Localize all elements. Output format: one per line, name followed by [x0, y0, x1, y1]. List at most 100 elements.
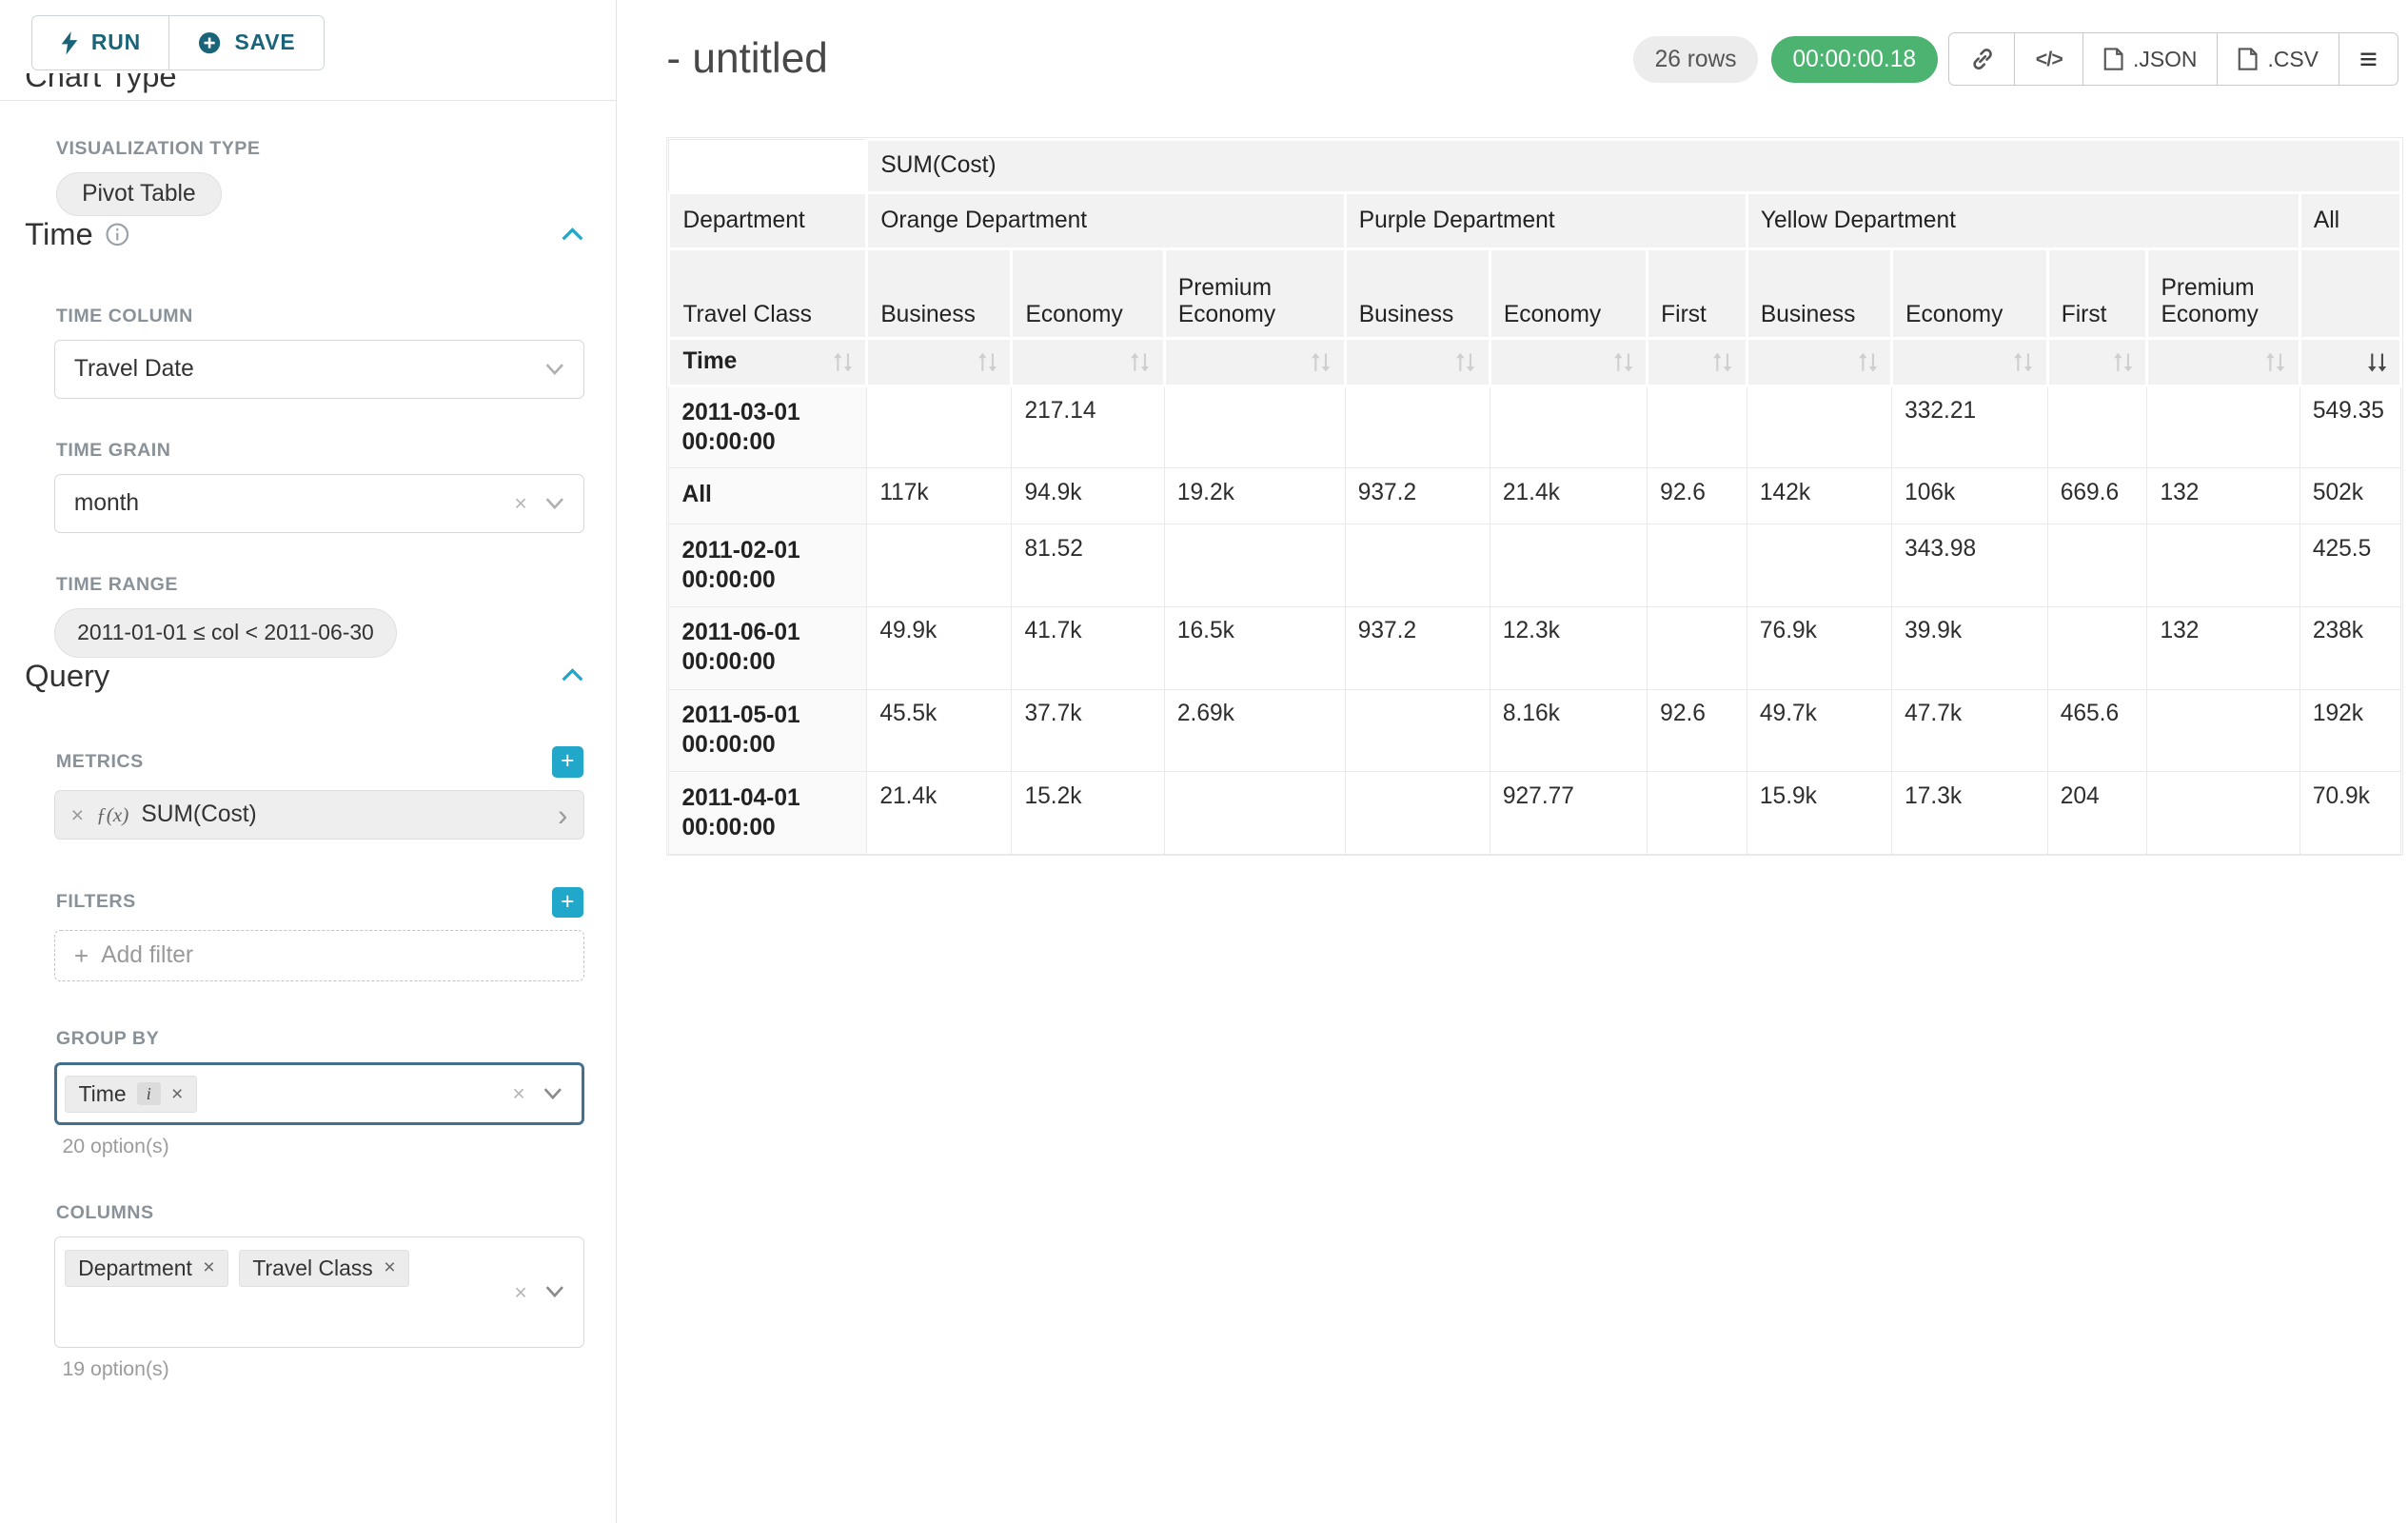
menu-button[interactable]: ≡	[2339, 32, 2399, 86]
add-filter-plus-button[interactable]: +	[552, 887, 583, 919]
column-group-header: Purple Department	[1345, 192, 1747, 248]
export-json-button[interactable]: .JSON	[2082, 32, 2219, 86]
pivot-cell	[1490, 524, 1647, 607]
remove-tag-icon[interactable]: ×	[384, 1257, 395, 1277]
sort-desc-active-icon[interactable]	[2367, 352, 2387, 372]
pivot-cell: 12.3k	[1490, 606, 1647, 689]
share-link-button[interactable]	[1948, 32, 2016, 86]
pivot-cell: 81.52	[1012, 524, 1164, 607]
group-by-select[interactable]: Time i × ×	[54, 1062, 583, 1124]
remove-tag-icon[interactable]: ×	[203, 1257, 214, 1277]
pivot-cell: 117k	[867, 468, 1012, 524]
columns-tag-travel-class[interactable]: Travel Class ×	[239, 1250, 408, 1287]
sort-toggle-icon[interactable]	[1858, 352, 1878, 372]
pivot-cell	[1345, 689, 1490, 772]
clear-icon[interactable]: ×	[514, 493, 526, 515]
col-dimension-header: Department	[669, 192, 867, 248]
pivot-cell: 465.6	[2047, 689, 2147, 772]
group-by-tag-time[interactable]: Time i ×	[65, 1076, 196, 1113]
sort-cell	[2299, 339, 2400, 386]
fx-icon: ƒ(x)	[96, 803, 128, 827]
sort-toggle-icon[interactable]	[1130, 352, 1150, 372]
row-header: 2011-04-01 00:00:00	[669, 772, 867, 855]
sort-toggle-icon[interactable]	[2265, 352, 2285, 372]
time-column-select[interactable]: Travel Date	[54, 340, 583, 399]
pivot-cell: 2.69k	[1164, 689, 1345, 772]
export-csv-button[interactable]: .CSV	[2217, 32, 2339, 86]
time-range-value[interactable]: 2011-01-01 ≤ col < 2011-06-30	[54, 608, 396, 658]
chart-actions: </> .JSON .CSV ≡	[1950, 32, 2398, 86]
sort-toggle-icon[interactable]	[977, 352, 997, 372]
pivot-cell: 927.77	[1490, 772, 1647, 855]
sort-cell	[1345, 339, 1490, 386]
sort-cell	[1892, 339, 2048, 386]
chart-title: - untitled	[666, 35, 827, 83]
save-button-label: SAVE	[235, 30, 296, 55]
remove-tag-icon[interactable]: ×	[171, 1084, 183, 1104]
sort-toggle-icon[interactable]	[1712, 352, 1732, 372]
pivot-cell: 142k	[1747, 468, 1891, 524]
sort-toggle-icon[interactable]	[2013, 352, 2033, 372]
pivot-cell: 49.7k	[1747, 689, 1891, 772]
column-header: First	[1648, 248, 1747, 339]
clear-all-icon[interactable]: ×	[514, 1281, 526, 1303]
pivot-cell	[1345, 386, 1490, 468]
expand-metric-icon[interactable]: ›	[558, 801, 567, 830]
save-button[interactable]: SAVE	[168, 15, 325, 69]
columns-select[interactable]: Department × Travel Class × ×	[54, 1236, 583, 1349]
link-icon	[1970, 47, 1995, 71]
tag-label: Travel Class	[252, 1256, 372, 1281]
chart-header: - untitled 26 rows 00:00:00.18 </> .JSON	[666, 31, 2398, 88]
query-section-title: Query	[25, 658, 109, 694]
columns-tag-department[interactable]: Department ×	[65, 1250, 228, 1287]
chevron-up-icon[interactable]	[562, 668, 583, 682]
view-query-button[interactable]: </>	[2014, 32, 2083, 86]
pivot-cell: 132	[2147, 468, 2299, 524]
remove-metric-icon[interactable]: ×	[71, 802, 84, 828]
add-metric-button[interactable]: +	[552, 746, 583, 778]
chevron-down-icon	[545, 364, 564, 376]
run-button[interactable]: RUN	[31, 15, 170, 69]
sort-row-header: Time	[669, 339, 867, 386]
pivot-cell: 70.9k	[2299, 772, 2400, 855]
query-section-header[interactable]: Query	[25, 658, 583, 694]
pivot-corner-cell	[669, 139, 867, 192]
pivot-cell: 45.5k	[867, 689, 1012, 772]
pivot-cell: 49.9k	[867, 606, 1012, 689]
row-dimension-header: Travel Class	[669, 248, 867, 339]
time-section-title: Time	[25, 216, 93, 252]
pivot-cell: 425.5	[2299, 524, 2400, 607]
circle-plus-icon	[197, 30, 222, 55]
chevron-down-icon	[545, 497, 564, 509]
sort-toggle-icon[interactable]	[1311, 352, 1331, 372]
table-row: All117k94.9k19.2k937.221.4k92.6142k106k6…	[669, 468, 2401, 524]
sort-cell	[1164, 339, 1345, 386]
pivot-cell: 92.6	[1648, 468, 1747, 524]
column-header: Business	[1747, 248, 1891, 339]
pivot-cell	[1648, 772, 1747, 855]
sort-toggle-icon[interactable]	[1613, 352, 1633, 372]
time-range-label: TIME RANGE	[56, 574, 616, 596]
pivot-table-container: SUM(Cost)DepartmentOrange DepartmentPurp…	[666, 137, 2403, 856]
chevron-down-icon[interactable]	[545, 1286, 564, 1298]
timer-badge: 00:00:00.18	[1771, 36, 1938, 83]
time-grain-select[interactable]: month ×	[54, 474, 583, 533]
pivot-cell: 549.35	[2299, 386, 2400, 468]
sort-toggle-icon[interactable]	[2113, 352, 2133, 372]
sort-cell	[2047, 339, 2147, 386]
chevron-down-icon[interactable]	[543, 1088, 563, 1100]
metric-item[interactable]: × ƒ(x) SUM(Cost) ›	[54, 790, 583, 840]
add-filter-button[interactable]: + Add filter	[54, 930, 583, 981]
sort-toggle-icon[interactable]	[1455, 352, 1475, 372]
chevron-up-icon[interactable]	[562, 227, 583, 242]
column-header: Premium Economy	[2147, 248, 2299, 339]
sort-toggle-icon[interactable]	[833, 352, 853, 372]
clear-all-icon[interactable]: ×	[512, 1083, 524, 1105]
visualization-type-value[interactable]: Pivot Table	[56, 172, 222, 216]
metric-header: SUM(Cost)	[867, 139, 2401, 192]
time-section-header[interactable]: Time	[25, 216, 583, 252]
pivot-cell: 502k	[2299, 468, 2400, 524]
column-header: Business	[867, 248, 1012, 339]
pivot-cell	[1345, 772, 1490, 855]
pivot-cell: 937.2	[1345, 606, 1490, 689]
